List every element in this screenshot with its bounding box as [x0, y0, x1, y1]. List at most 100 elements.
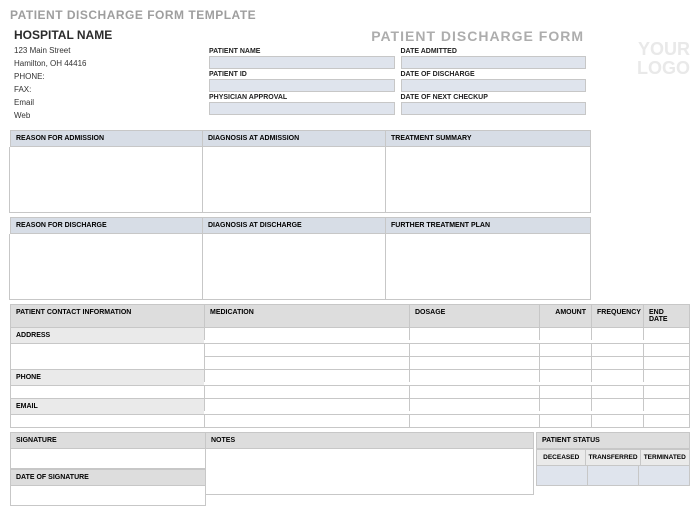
- label-patient-status: PATIENT STATUS: [536, 432, 690, 449]
- discharge-section: REASON FOR DISCHARGE DIAGNOSIS AT DISCHA…: [10, 217, 690, 300]
- header-treatment-summary: TREATMENT SUMMARY: [385, 130, 591, 147]
- box-notes[interactable]: [205, 449, 534, 495]
- patient-fields-block: PATIENT DISCHARGE FORM PATIENT NAME DATE…: [209, 28, 586, 124]
- box-further-treatment[interactable]: [385, 234, 591, 300]
- header-diagnosis-discharge: DIAGNOSIS AT DISCHARGE: [202, 217, 386, 234]
- cell-frequency[interactable]: [591, 369, 643, 382]
- hospital-address-2: Hamilton, OH 44416: [14, 59, 205, 68]
- label-physician: PHYSICIAN APPROVAL: [209, 94, 395, 101]
- form-title: PATIENT DISCHARGE FORM: [209, 28, 586, 44]
- cell-amount[interactable]: [539, 343, 591, 356]
- header-amount: AMOUNT: [539, 305, 591, 327]
- header-medication: MEDICATION: [204, 305, 409, 327]
- cell-dosage[interactable]: [409, 327, 539, 340]
- box-phone[interactable]: [11, 385, 204, 398]
- hospital-address-1: 123 Main Street: [14, 46, 205, 55]
- cell-amount[interactable]: [539, 398, 591, 411]
- header-further-treatment: FURTHER TREATMENT PLAN: [385, 217, 591, 234]
- cell-end-date[interactable]: [643, 327, 689, 340]
- input-date-admitted[interactable]: [401, 56, 587, 69]
- label-address: ADDRESS: [11, 327, 204, 343]
- input-physician[interactable]: [209, 102, 395, 115]
- cell-dosage[interactable]: [409, 414, 539, 427]
- cell-frequency[interactable]: [591, 356, 643, 369]
- cell-dosage[interactable]: [409, 369, 539, 382]
- box-terminated[interactable]: [638, 466, 690, 486]
- cell-end-date[interactable]: [643, 356, 689, 369]
- input-patient-id[interactable]: [209, 79, 395, 92]
- hospital-name: HOSPITAL NAME: [14, 28, 205, 42]
- label-signature: SIGNATURE: [10, 432, 206, 449]
- label-patient-name: PATIENT NAME: [209, 48, 395, 55]
- cell-frequency[interactable]: [591, 398, 643, 411]
- label-phone: PHONE: [11, 369, 204, 385]
- box-address[interactable]: [11, 343, 204, 369]
- hospital-phone-label: PHONE:: [14, 72, 205, 81]
- cell-amount[interactable]: [539, 369, 591, 382]
- cell-end-date[interactable]: [643, 398, 689, 411]
- top-section: HOSPITAL NAME 123 Main Street Hamilton, …: [10, 28, 690, 124]
- cell-end-date[interactable]: [643, 343, 689, 356]
- header-dosage: DOSAGE: [409, 305, 539, 327]
- cell-amount[interactable]: [539, 414, 591, 427]
- cell-dosage[interactable]: [409, 343, 539, 356]
- label-transferred: TRANSFERRED: [585, 449, 640, 466]
- header-reason-admission: REASON FOR ADMISSION: [10, 130, 203, 147]
- cell-medication[interactable]: [204, 414, 409, 427]
- box-date-signature[interactable]: [10, 486, 206, 506]
- input-patient-name[interactable]: [209, 56, 395, 69]
- cell-dosage[interactable]: [409, 385, 539, 398]
- box-transferred[interactable]: [587, 466, 639, 486]
- box-diagnosis-discharge[interactable]: [202, 234, 386, 300]
- cell-end-date[interactable]: [643, 369, 689, 382]
- label-email: EMAIL: [11, 398, 204, 414]
- hospital-web-label: Web: [14, 111, 205, 120]
- template-title: PATIENT DISCHARGE FORM TEMPLATE: [10, 8, 690, 22]
- label-date-admitted: DATE ADMITTED: [401, 48, 587, 55]
- cell-medication[interactable]: [204, 385, 409, 398]
- label-patient-id: PATIENT ID: [209, 71, 395, 78]
- box-treatment-summary[interactable]: [385, 147, 591, 213]
- label-date-discharge: DATE OF DISCHARGE: [401, 71, 587, 78]
- box-email[interactable]: [11, 414, 204, 427]
- cell-amount[interactable]: [539, 327, 591, 340]
- label-notes: NOTES: [205, 432, 534, 449]
- cell-end-date[interactable]: [643, 385, 689, 398]
- header-diagnosis-admission: DIAGNOSIS AT ADMISSION: [202, 130, 386, 147]
- cell-frequency[interactable]: [591, 414, 643, 427]
- hospital-fax-label: FAX:: [14, 85, 205, 94]
- input-next-checkup[interactable]: [401, 102, 587, 115]
- label-terminated: TERMINATED: [640, 449, 690, 466]
- input-date-discharge[interactable]: [401, 79, 587, 92]
- cell-dosage[interactable]: [409, 398, 539, 411]
- cell-dosage[interactable]: [409, 356, 539, 369]
- cell-end-date[interactable]: [643, 414, 689, 427]
- label-date-signature: DATE OF SIGNATURE: [10, 469, 206, 486]
- header-contact-info: PATIENT CONTACT INFORMATION: [11, 305, 204, 327]
- signature-section: SIGNATURE DATE OF SIGNATURE NOTES PATIEN…: [10, 432, 690, 506]
- box-signature[interactable]: [10, 449, 206, 469]
- cell-amount[interactable]: [539, 356, 591, 369]
- label-next-checkup: DATE OF NEXT CHECKUP: [401, 94, 587, 101]
- box-diagnosis-admission[interactable]: [202, 147, 386, 213]
- cell-frequency[interactable]: [591, 385, 643, 398]
- box-reason-discharge[interactable]: [9, 234, 203, 300]
- cell-medication[interactable]: [204, 398, 409, 411]
- header-frequency: FREQUENCY: [591, 305, 643, 327]
- cell-medication[interactable]: [204, 356, 409, 369]
- admission-section: REASON FOR ADMISSION DIAGNOSIS AT ADMISS…: [10, 130, 690, 213]
- cell-medication[interactable]: [204, 327, 409, 340]
- box-deceased[interactable]: [536, 466, 588, 486]
- header-end-date: END DATE: [643, 305, 689, 327]
- cell-frequency[interactable]: [591, 343, 643, 356]
- cell-medication[interactable]: [204, 343, 409, 356]
- medication-section: PATIENT CONTACT INFORMATION MEDICATION D…: [10, 304, 690, 428]
- cell-amount[interactable]: [539, 385, 591, 398]
- logo-text: YOUR LOGO: [590, 28, 690, 78]
- cell-frequency[interactable]: [591, 327, 643, 340]
- hospital-info: HOSPITAL NAME 123 Main Street Hamilton, …: [10, 28, 205, 124]
- cell-medication[interactable]: [204, 369, 409, 382]
- box-reason-admission[interactable]: [9, 147, 203, 213]
- logo-placeholder: YOUR LOGO: [590, 28, 690, 124]
- header-reason-discharge: REASON FOR DISCHARGE: [10, 217, 203, 234]
